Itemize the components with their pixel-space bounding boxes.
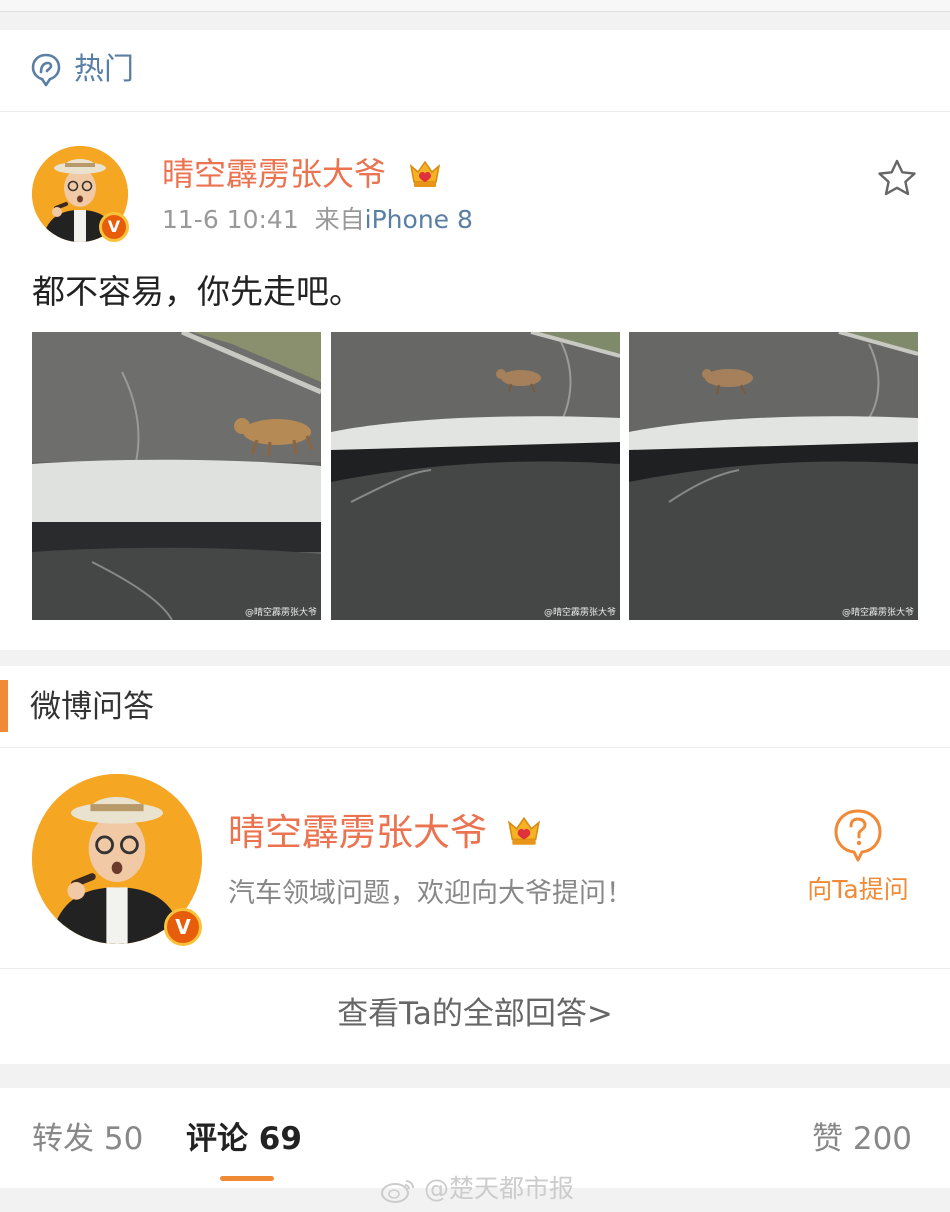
post-meta: 11-6 10:41 来自iPhone 8 — [162, 204, 473, 236]
qa-section-header: 微博问答 — [0, 666, 950, 748]
qa-card: V 晴空霹雳张大爷 汽车领域问题，欢迎向大爷提问！ 向Ta提问 查看Ta的全部回… — [0, 748, 950, 1064]
post-image-3[interactable]: @晴空霹雳张大爷 — [629, 332, 918, 620]
divider — [0, 968, 950, 969]
question-bubble-icon — [834, 809, 882, 862]
post-source[interactable]: iPhone 8 — [365, 205, 473, 234]
view-all-answers-link[interactable]: 查看Ta的全部回答> — [0, 992, 950, 1036]
location-pin-icon — [31, 53, 61, 87]
post-text: 都不容易，你先走吧。 — [32, 272, 362, 311]
qa-description: 汽车领域问题，欢迎向大爷提问！ — [228, 878, 633, 909]
road-dog-photo — [32, 332, 321, 620]
author-name[interactable]: 晴空霹雳张大爷 — [162, 154, 386, 194]
tab-likes[interactable]: 赞 200 — [812, 1118, 912, 1160]
image-watermark: @晴空霹雳张大爷 — [244, 608, 317, 618]
crown-badge-icon[interactable] — [408, 158, 442, 190]
top-bar — [0, 0, 950, 12]
ask-question-label: 向Ta提问 — [807, 875, 909, 904]
post-image-1[interactable]: @晴空霹雳张大爷 — [32, 332, 321, 620]
watermark-text: @楚天都市报 — [423, 1174, 574, 1203]
favorite-star-icon[interactable] — [876, 158, 918, 198]
post-image-2[interactable]: @晴空霹雳张大爷 — [331, 332, 620, 620]
qa-section-title: 微博问答 — [30, 689, 154, 725]
repost-label: 转发 — [32, 1121, 94, 1157]
section-accent-bar — [0, 680, 8, 732]
road-dog-photo — [331, 332, 620, 620]
like-count: 200 — [852, 1121, 913, 1157]
hot-label: 热门 — [74, 52, 134, 87]
like-label: 赞 — [812, 1121, 843, 1157]
image-watermark: @晴空霹雳张大爷 — [841, 608, 914, 618]
news-watermark: @楚天都市报 — [380, 1172, 574, 1206]
repost-count: 50 — [103, 1121, 144, 1157]
tab-comments[interactable]: 评论 69 — [186, 1118, 302, 1160]
crown-badge-icon[interactable] — [506, 814, 542, 848]
active-tab-indicator — [220, 1176, 274, 1181]
tab-repost[interactable]: 转发 50 — [32, 1118, 143, 1160]
comment-count: 69 — [258, 1121, 302, 1157]
weibo-logo-icon — [381, 1180, 414, 1203]
qa-author-name[interactable]: 晴空霹雳张大爷 — [228, 810, 487, 856]
verified-badge-icon: V — [99, 212, 129, 242]
verified-badge-icon: V — [164, 908, 202, 946]
image-watermark: @晴空霹雳张大爷 — [543, 608, 616, 618]
ask-question-button[interactable]: 向Ta提问 — [800, 808, 916, 908]
road-dog-photo — [629, 332, 918, 620]
post-time: 11-6 10:41 — [162, 205, 299, 234]
source-prefix: 来自 — [314, 205, 365, 234]
hot-header[interactable]: 热门 — [0, 30, 950, 112]
comment-label: 评论 — [186, 1121, 248, 1157]
weibo-post: V 晴空霹雳张大爷 11-6 10:41 来自iPhone 8 都不容易，你先走… — [0, 112, 950, 650]
